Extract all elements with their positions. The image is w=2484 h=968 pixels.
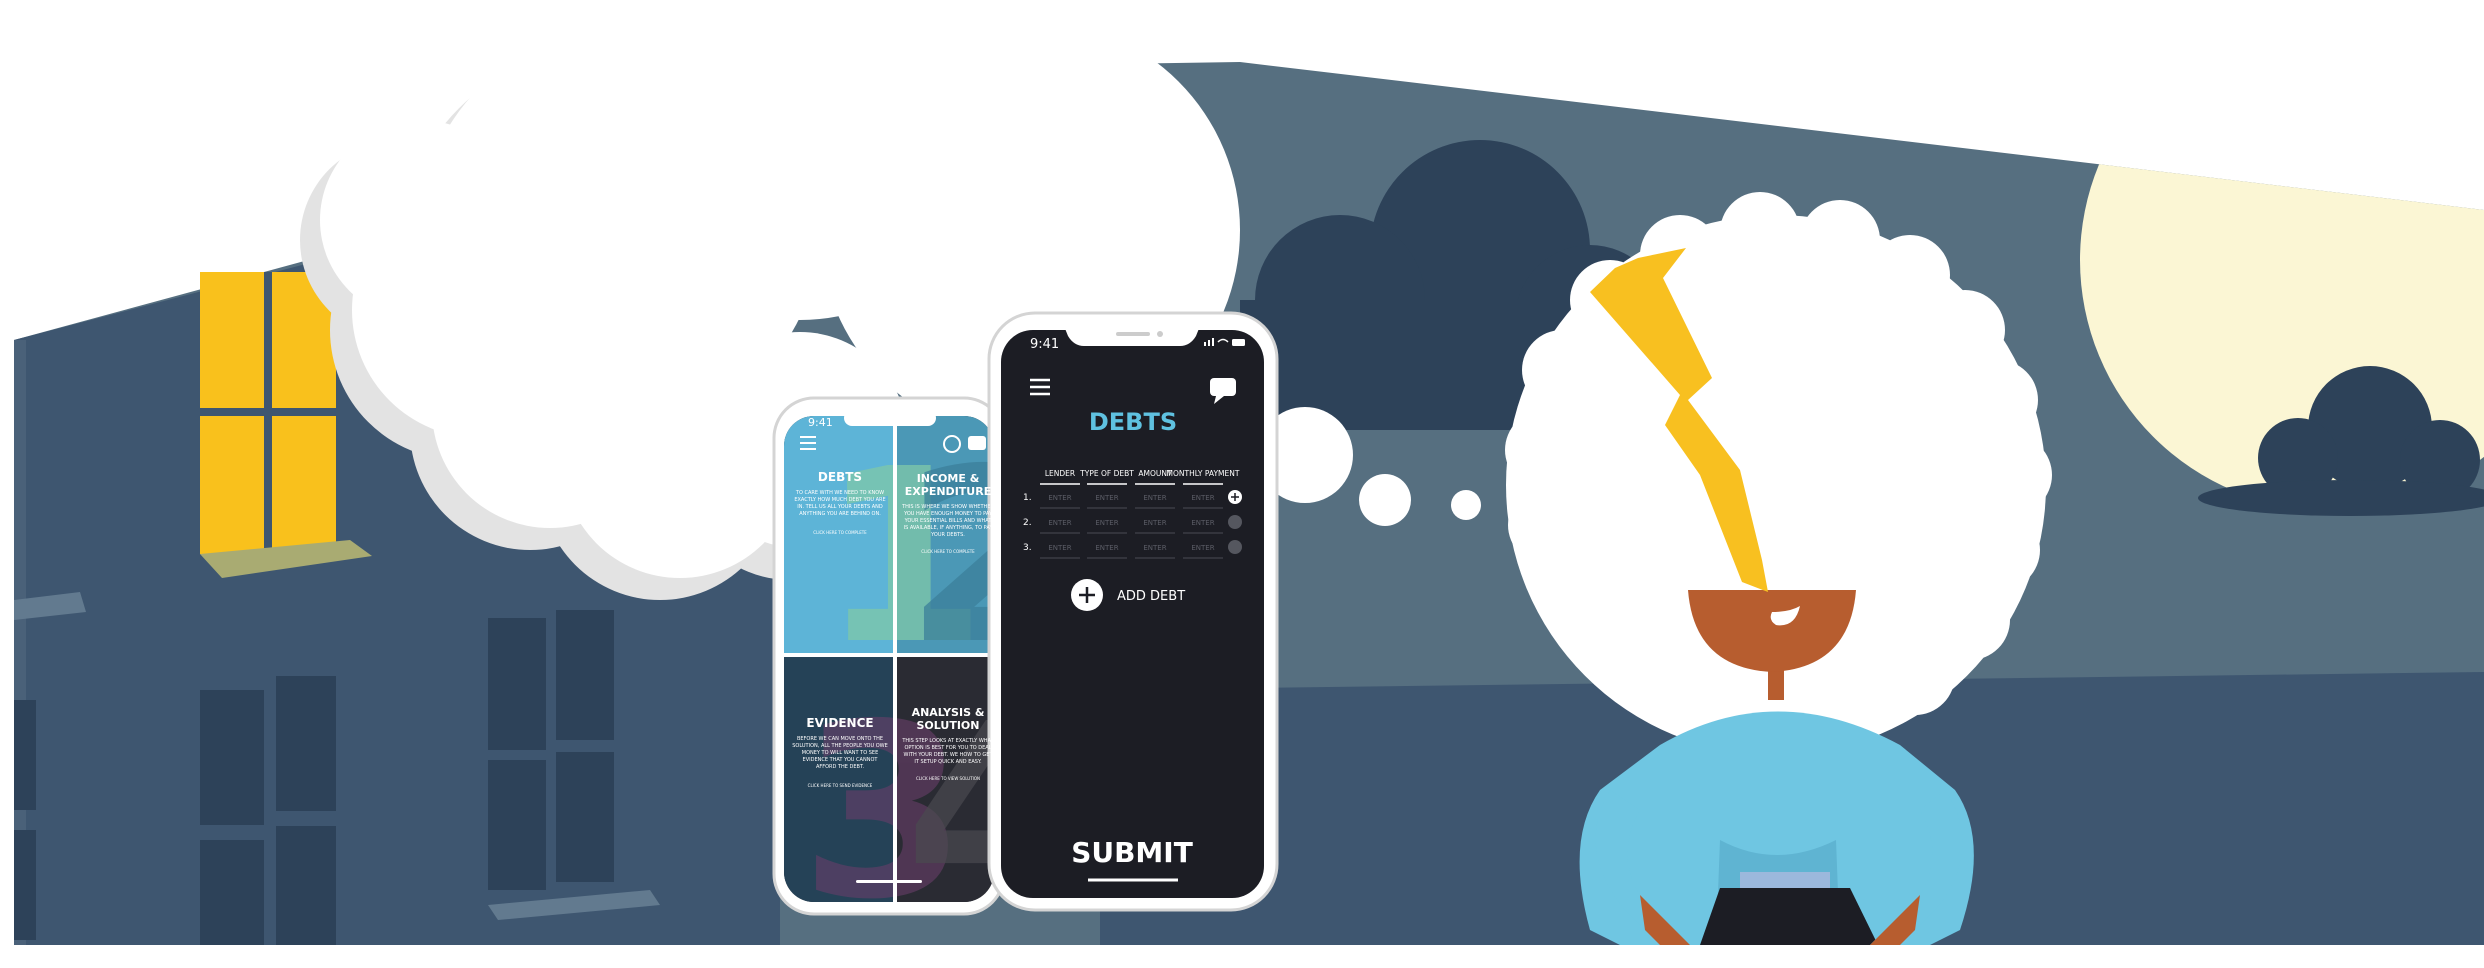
tile-income-expenditure[interactable]: INCOME & EXPENDITURE THIS IS WHERE WE SH…: [902, 472, 994, 554]
tile-body: THIS STEP LOOKS AT EXACTLY WHAT OPTION I…: [902, 738, 994, 765]
row-status-icon[interactable]: [1228, 515, 1242, 529]
tile-body: BEFORE WE CAN MOVE ONTO THE SOLUTION, AL…: [792, 736, 888, 770]
tile-cta[interactable]: CLICK HERE TO COMPLETE: [902, 549, 994, 554]
character: [1505, 192, 2052, 945]
tile-evidence[interactable]: EVIDENCE BEFORE WE CAN MOVE ONTO THE SOL…: [792, 716, 888, 788]
tile-cta[interactable]: CLICK HERE TO VIEW SOLUTION: [902, 776, 994, 781]
illustration-scene: 1 2 3 4 9:41 9:41: [14, 0, 2484, 945]
column-header: TYPE OF DEBT: [1079, 469, 1134, 478]
row-number: 2.: [1023, 518, 1032, 528]
tile-title: DEBTS: [817, 470, 863, 484]
row-status-icon[interactable]: [1228, 540, 1242, 554]
tile-title: INCOME & EXPENDITURE: [904, 472, 992, 498]
entry-field[interactable]: ENTER: [1048, 519, 1071, 527]
submit-label: SUBMIT: [1071, 836, 1193, 869]
row-number: 1.: [1023, 493, 1032, 503]
screen-title: DEBTS: [1089, 408, 1177, 436]
entry-field[interactable]: ENTER: [1095, 544, 1118, 552]
entry-field[interactable]: ENTER: [1191, 544, 1214, 552]
tile-debts[interactable]: DEBTS TO CARE WITH WE NEED TO KNOW EXACT…: [792, 470, 888, 535]
tile-title: EVIDENCE: [806, 716, 874, 730]
home-indicator: [856, 880, 922, 883]
chat-icon[interactable]: [968, 436, 986, 450]
tile-analysis-solution[interactable]: ANALYSIS & SOLUTION THIS STEP LOOKS AT E…: [902, 706, 994, 781]
column-header: LENDER: [1045, 469, 1075, 478]
phone-notch: [844, 410, 936, 426]
tile-cta[interactable]: CLICK HERE TO SEND EVIDENCE: [792, 783, 888, 788]
entry-field[interactable]: ENTER: [1048, 494, 1071, 502]
phone-right: 9:41 DEBTS LENDER TYPE OF DEBT AMOUNT MO…: [987, 311, 1279, 912]
entry-field[interactable]: ENTER: [1048, 544, 1071, 552]
column-header: MONTHLY PAYMENT: [1167, 469, 1240, 478]
tile-body: TO CARE WITH WE NEED TO KNOW EXACTLY HOW…: [794, 490, 886, 517]
tile-body: THIS IS WHERE WE SHOW WHETHER YOU HAVE E…: [902, 504, 994, 538]
tile-cta[interactable]: CLICK HERE TO COMPLETE: [792, 530, 888, 535]
entry-field[interactable]: ENTER: [1191, 519, 1214, 527]
row-number: 3.: [1023, 543, 1032, 553]
add-debt-label: ADD DEBT: [1117, 589, 1185, 604]
entry-field[interactable]: ENTER: [1143, 519, 1166, 527]
entry-field[interactable]: ENTER: [1143, 494, 1166, 502]
entry-field[interactable]: ENTER: [1143, 544, 1166, 552]
entry-field[interactable]: ENTER: [1095, 519, 1118, 527]
tile-title: ANALYSIS & SOLUTION: [911, 706, 985, 732]
entry-field[interactable]: ENTER: [1095, 494, 1118, 502]
status-time: 9:41: [808, 416, 833, 429]
entry-field[interactable]: ENTER: [1191, 494, 1214, 502]
status-time: 9:41: [1030, 337, 1059, 352]
battery-icon: [1232, 339, 1245, 346]
